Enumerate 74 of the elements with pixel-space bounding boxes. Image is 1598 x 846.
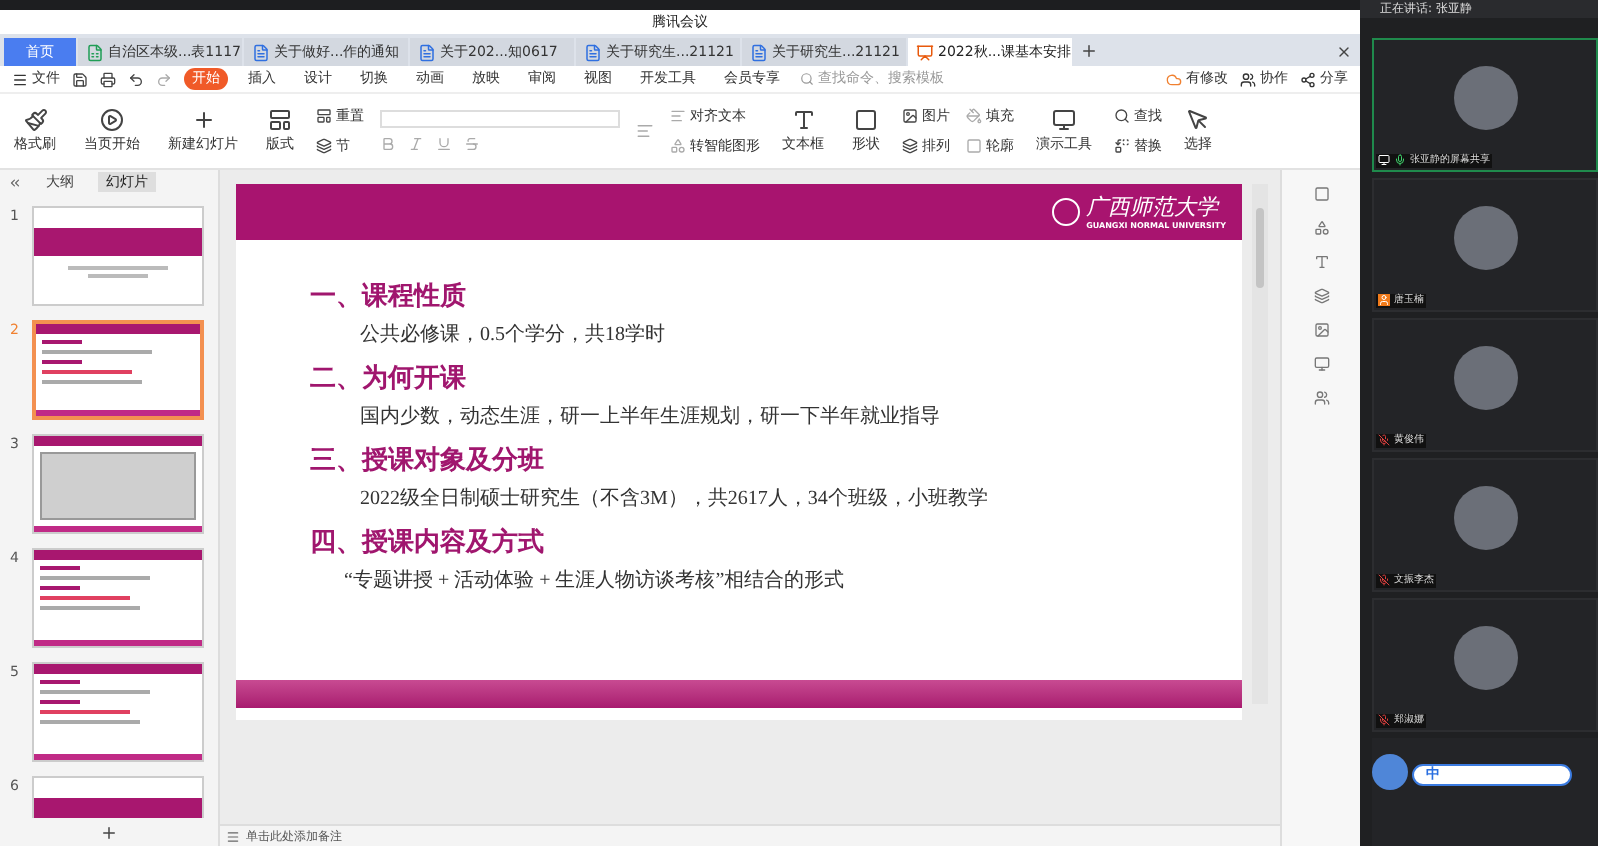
university-emblem-icon: [1052, 198, 1081, 226]
bold-icon[interactable]: [380, 136, 396, 152]
section-heading: 二、为何开课: [310, 362, 468, 392]
italic-icon[interactable]: [408, 136, 424, 152]
host-icon: [1378, 294, 1390, 307]
muted-microphone-icon: [1378, 714, 1390, 727]
save-icon[interactable]: [72, 71, 88, 87]
square-icon: [854, 107, 878, 132]
redo-icon[interactable]: [156, 71, 172, 87]
undo-icon[interactable]: [128, 71, 144, 87]
slide-thumbnail[interactable]: [32, 434, 204, 534]
side-tool-icon[interactable]: [1313, 390, 1329, 406]
paintbrush-icon: [23, 107, 47, 132]
section-body: 公共必修课，0.5个学分，共18学时: [358, 324, 667, 348]
font-field[interactable]: [380, 110, 620, 128]
new-tab-icon[interactable]: [1080, 42, 1098, 60]
side-tool-icon[interactable]: [1313, 356, 1329, 372]
scrollbar-thumb[interactable]: [1256, 208, 1264, 288]
plus-icon: [191, 107, 215, 132]
replace-icon: [1114, 137, 1130, 154]
search-icon: [1114, 108, 1130, 125]
document-icon: [750, 43, 768, 61]
cloud-icon: [1166, 71, 1182, 87]
menu-icon: [12, 71, 28, 87]
slide-thumbnail[interactable]: [32, 206, 204, 306]
collapse-icon[interactable]: [8, 175, 22, 189]
section-heading: 四、授课内容及方式: [310, 526, 546, 556]
pointer-icon: [1186, 107, 1210, 132]
section-heading: 一、课程性质: [310, 280, 468, 310]
align-icon: [670, 108, 686, 125]
strikethrough-icon[interactable]: [464, 136, 480, 152]
section-body: 国内少数，动态生涯，研一上半年生涯规划，研一下半年就业指导: [358, 406, 942, 430]
paint-bucket-icon: [966, 108, 982, 125]
search-icon: [800, 72, 814, 86]
underline-icon[interactable]: [436, 136, 452, 152]
layers-icon: [902, 137, 918, 154]
shapes-icon: [670, 137, 686, 154]
section-heading: 三、授课对象及分班: [310, 444, 546, 474]
side-tool-icon[interactable]: [1313, 254, 1329, 270]
print-icon[interactable]: [100, 71, 116, 87]
layout-icon: [316, 108, 332, 125]
people-icon: [1240, 71, 1256, 87]
layers-icon: [316, 137, 332, 154]
section-body: “专题讲授 + 活动体验 + 生涯人物访谈考核”相结合的形式: [342, 570, 847, 594]
microphone-icon: [1394, 154, 1406, 167]
muted-microphone-icon: [1378, 434, 1390, 447]
text-icon: [791, 107, 815, 132]
document-icon: [252, 43, 270, 61]
side-tool-icon[interactable]: [1313, 186, 1329, 202]
document-icon: [418, 43, 436, 61]
input-method-logo: [1372, 754, 1408, 790]
spreadsheet-icon: [86, 43, 104, 61]
muted-microphone-icon: [1378, 574, 1390, 587]
side-tool-icon[interactable]: [1313, 220, 1329, 236]
screen-share-icon: [1378, 154, 1390, 167]
play-icon: [100, 107, 124, 132]
picture-icon: [902, 108, 918, 125]
side-tool-icon[interactable]: [1313, 288, 1329, 304]
document-icon: [584, 43, 602, 61]
layout-icon: [268, 107, 292, 132]
slide-thumbnail[interactable]: [32, 320, 204, 420]
square-icon: [966, 137, 982, 154]
presentation-icon: [916, 43, 934, 61]
notes-icon: [226, 829, 240, 843]
close-icon[interactable]: [1336, 44, 1352, 60]
monitor-icon: [1052, 107, 1076, 132]
side-tool-icon[interactable]: [1313, 322, 1329, 338]
section-body: 2022级全日制硕士研究生（不含3M），共2617人，34个班级，小班教学: [358, 488, 990, 512]
share-icon: [1300, 71, 1316, 87]
slide-thumbnail[interactable]: [32, 662, 204, 762]
university-logo-name: 广西师范大学: [1086, 195, 1219, 219]
align-left-icon[interactable]: [636, 122, 654, 140]
add-slide-icon[interactable]: [100, 823, 118, 841]
slide-thumbnail[interactable]: [32, 548, 204, 648]
